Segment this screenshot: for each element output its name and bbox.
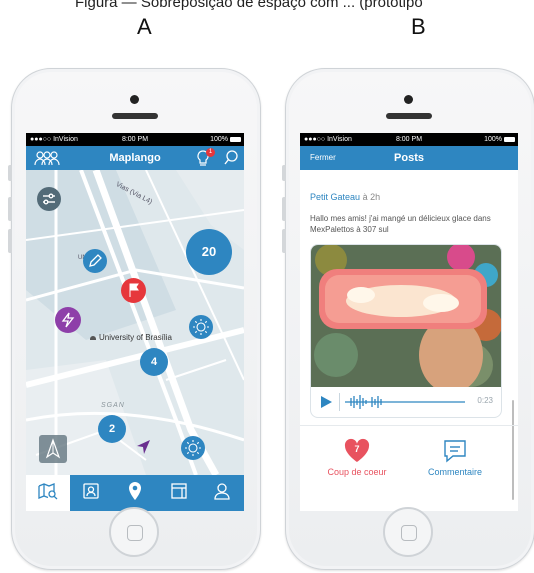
tab-user[interactable] <box>200 475 244 511</box>
map-search-icon <box>37 482 59 505</box>
post-time: à 2h <box>362 192 381 202</box>
map-label-sgan: SGAN <box>101 402 125 409</box>
screen-map: ●●●○○ InVision 8:00 PM 100% Maplango 1 V… <box>26 133 244 511</box>
screen-post: ●●●○○ InVision 8:00 PM 100% Fermer Posts… <box>300 133 518 511</box>
cluster-marker-4[interactable]: 4 <box>140 348 168 376</box>
audio-player: 0:23 <box>311 387 501 417</box>
edit-marker[interactable] <box>83 249 107 273</box>
post-photo[interactable] <box>311 245 501 387</box>
cluster-count-2: 2 <box>108 423 116 435</box>
post-author-line: Petit Gateau à 2h <box>310 192 380 202</box>
post-title: Posts <box>394 152 424 164</box>
comment-button[interactable]: Commentaire <box>410 438 500 477</box>
cluster-marker-2[interactable]: 2 <box>98 415 126 443</box>
battery-label: 100% <box>210 136 228 143</box>
cluster-count-4: 4 <box>150 356 158 368</box>
tab-map[interactable] <box>26 475 70 511</box>
notification-badge: 1 <box>206 148 215 157</box>
audio-divider <box>339 393 340 411</box>
university-icon <box>90 336 96 340</box>
volume-down-button <box>8 229 12 253</box>
tab-profile-card[interactable] <box>70 475 114 511</box>
media-card: 0:23 <box>310 244 502 418</box>
heart-icon: 7 <box>343 438 371 464</box>
like-count: 7 <box>354 444 360 454</box>
tab-location[interactable] <box>113 475 157 511</box>
panel-a-label: A <box>137 14 152 39</box>
sun-icon <box>189 319 213 343</box>
phone-b: ●●●○○ InVision 8:00 PM 100% Fermer Posts… <box>282 68 534 570</box>
comment-icon <box>410 438 500 464</box>
university-name: University of Brasília <box>99 333 172 342</box>
user-location-arrow-icon <box>134 438 152 461</box>
volume-down-button <box>282 229 286 253</box>
home-button[interactable] <box>383 507 433 557</box>
post-actions: 7 Coup de coeur Commentaire <box>300 425 518 511</box>
audio-duration: 0:23 <box>477 396 493 405</box>
sun-marker-lower[interactable] <box>181 436 205 460</box>
phone-a: ●●●○○ InVision 8:00 PM 100% Maplango 1 V… <box>8 68 261 570</box>
status-bar: ●●●○○ InVision 8:00 PM 100% <box>300 133 518 146</box>
post-nav-bar: Fermer Posts <box>300 146 518 170</box>
home-button[interactable] <box>109 507 159 557</box>
post-author[interactable]: Petit Gateau <box>310 192 360 202</box>
user-icon <box>213 482 231 505</box>
battery-label: 100% <box>484 136 502 143</box>
caption-text: Figura — Sobreposição de espaço com ... … <box>75 0 423 11</box>
north-arrow-icon <box>39 438 67 467</box>
like-button[interactable]: 7 Coup de coeur <box>312 438 402 477</box>
volume-up-button <box>282 197 286 221</box>
notebook-icon <box>170 482 188 505</box>
compass-button[interactable] <box>39 435 67 463</box>
flag-marker[interactable] <box>121 278 146 303</box>
map-label-university: University of Brasília <box>90 333 172 342</box>
panel-b-label: B <box>411 14 426 39</box>
front-camera <box>404 95 413 104</box>
profile-card-icon <box>82 482 100 505</box>
volume-up-button <box>8 197 12 221</box>
filter-marker[interactable] <box>37 187 61 211</box>
mute-switch <box>282 165 286 181</box>
earpiece-speaker <box>386 113 432 119</box>
pencil-icon <box>83 254 107 277</box>
mute-switch <box>8 165 12 181</box>
post-text: Hallo mes amis! j'ai mangé un délicieux … <box>310 214 491 234</box>
search-icon[interactable] <box>224 150 238 171</box>
cluster-count-20: 20 <box>201 244 217 259</box>
sliders-icon <box>37 193 61 215</box>
front-camera <box>130 95 139 104</box>
status-bar: ●●●○○ InVision 8:00 PM 100% <box>26 133 244 146</box>
lightning-icon <box>55 312 81 337</box>
audio-waveform[interactable] <box>345 393 465 416</box>
tab-notebook[interactable] <box>157 475 201 511</box>
post-content: Petit Gateau à 2h Hallo mes amis! j'ai m… <box>300 170 518 511</box>
map-nav-bar: Maplango 1 <box>26 146 244 170</box>
sun-marker-upper[interactable] <box>189 315 213 339</box>
play-icon[interactable] <box>319 395 333 414</box>
sun-icon <box>181 440 205 464</box>
location-pin-icon <box>127 481 143 506</box>
comment-label: Commentaire <box>427 467 483 477</box>
flag-icon <box>121 283 146 307</box>
battery-icon <box>230 137 241 142</box>
map-view[interactable]: Vias (Via L4) UN University of Brasília … <box>26 170 244 475</box>
lightning-marker[interactable] <box>55 307 81 333</box>
tab-bar <box>26 475 244 511</box>
earpiece-speaker <box>112 113 158 119</box>
battery-icon <box>504 137 515 142</box>
like-label: Coup de coeur <box>327 467 387 477</box>
cluster-marker-20[interactable]: 20 <box>186 229 232 275</box>
